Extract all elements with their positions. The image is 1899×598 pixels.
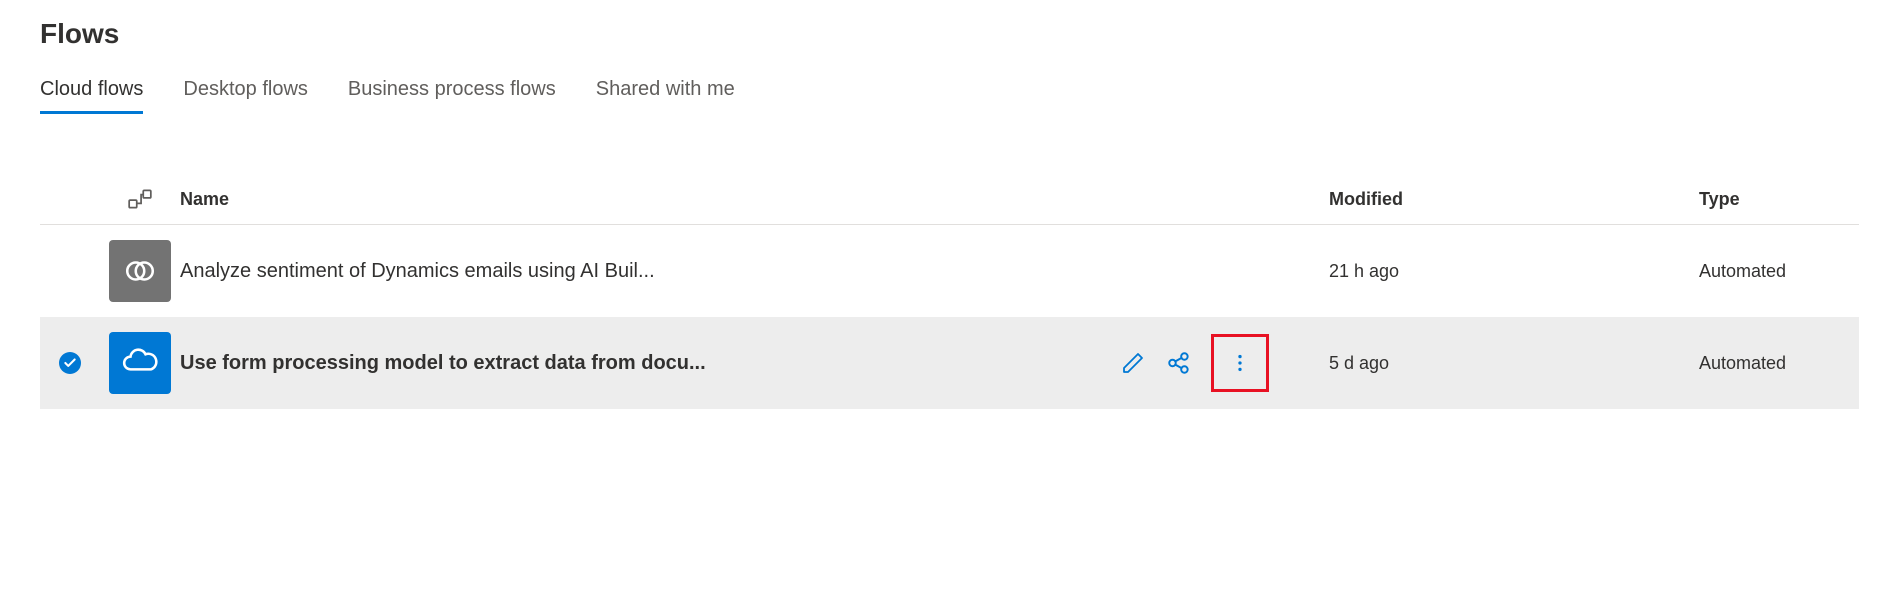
- flows-table: Name Modified Type Analyze sentiment of …: [40, 174, 1859, 409]
- pencil-icon: [1121, 351, 1145, 375]
- tab-desktop-flows[interactable]: Desktop flows: [183, 78, 308, 114]
- column-header-type[interactable]: Type: [1699, 189, 1859, 210]
- tab-shared-with-me[interactable]: Shared with me: [596, 78, 735, 114]
- more-actions-button[interactable]: [1226, 349, 1254, 377]
- onedrive-icon: [109, 332, 171, 394]
- more-vertical-icon: [1229, 352, 1251, 374]
- column-header-name[interactable]: Name: [180, 189, 1119, 210]
- flow-header-icon: [127, 186, 153, 212]
- flow-icon-cell: [100, 332, 180, 394]
- page-title: Flows: [40, 18, 1859, 50]
- dynamics-icon: [109, 240, 171, 302]
- share-button[interactable]: [1165, 349, 1193, 377]
- flow-name-cell: Analyze sentiment of Dynamics emails usi…: [180, 260, 1119, 283]
- flow-modified: 5 d ago: [1329, 353, 1699, 374]
- flow-modified: 21 h ago: [1329, 261, 1699, 282]
- column-header-modified[interactable]: Modified: [1329, 189, 1699, 210]
- table-header: Name Modified Type: [40, 174, 1859, 225]
- column-icon[interactable]: [100, 186, 180, 212]
- tabs: Cloud flows Desktop flows Business proce…: [40, 78, 1859, 114]
- tab-business-process-flows[interactable]: Business process flows: [348, 78, 556, 114]
- row-select[interactable]: [40, 352, 100, 374]
- flow-type: Automated: [1699, 353, 1859, 374]
- flow-type: Automated: [1699, 261, 1859, 282]
- share-icon: [1166, 350, 1192, 376]
- table-row[interactable]: Use form processing model to extract dat…: [40, 317, 1859, 409]
- checkmark-icon: [59, 352, 81, 374]
- flow-name[interactable]: Analyze sentiment of Dynamics emails usi…: [180, 260, 655, 283]
- flow-name[interactable]: Use form processing model to extract dat…: [180, 352, 706, 375]
- more-actions-highlight: [1211, 334, 1269, 392]
- tab-cloud-flows[interactable]: Cloud flows: [40, 78, 143, 114]
- row-actions: [1119, 334, 1329, 392]
- table-row[interactable]: Analyze sentiment of Dynamics emails usi…: [40, 225, 1859, 317]
- edit-button[interactable]: [1119, 349, 1147, 377]
- flow-icon-cell: [100, 240, 180, 302]
- flow-name-cell: Use form processing model to extract dat…: [180, 352, 1119, 375]
